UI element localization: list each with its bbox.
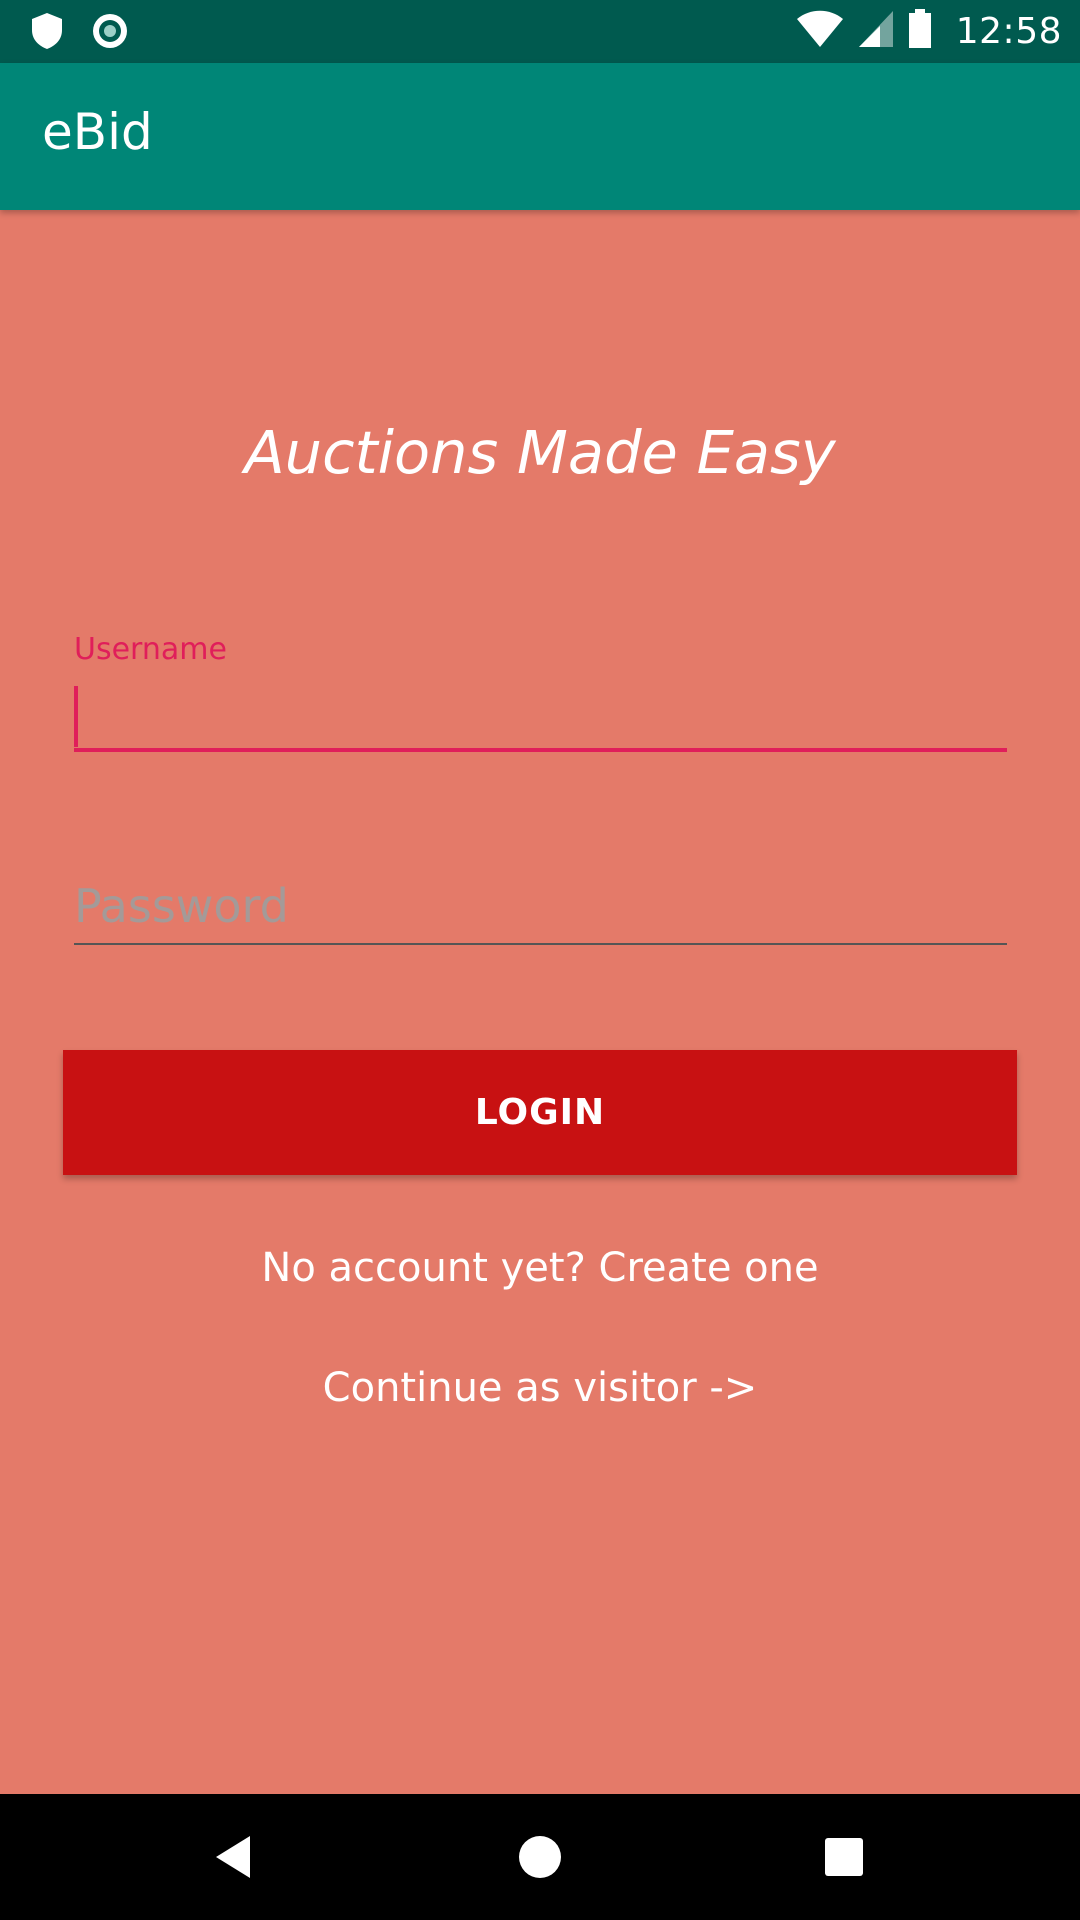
password-input[interactable] — [74, 868, 1007, 945]
create-account-link[interactable]: No account yet? Create one — [0, 1245, 1080, 1291]
status-icons: 12:58 — [796, 0, 1062, 63]
username-input[interactable] — [74, 680, 1007, 752]
app-title: eBid — [42, 103, 153, 161]
recents-icon[interactable] — [811, 1824, 877, 1890]
login-button[interactable]: LOGIN — [63, 1050, 1017, 1175]
continue-as-visitor-link[interactable]: Continue as visitor -> — [0, 1365, 1080, 1411]
tagline: Auctions Made Easy — [244, 418, 836, 487]
navigation-bar — [0, 1794, 1080, 1920]
wifi-icon — [796, 10, 844, 53]
status-time: 12:58 — [955, 11, 1062, 52]
shield-icon — [30, 10, 64, 52]
sync-icon — [90, 10, 130, 52]
home-icon[interactable] — [507, 1824, 573, 1890]
app-bar: eBid — [0, 63, 1080, 210]
signal-icon — [858, 10, 894, 53]
status-bar: 12:58 — [0, 0, 1080, 63]
back-icon[interactable] — [202, 1824, 268, 1890]
text-cursor — [74, 686, 78, 747]
battery-icon — [908, 9, 932, 54]
username-label: Username — [74, 632, 227, 667]
